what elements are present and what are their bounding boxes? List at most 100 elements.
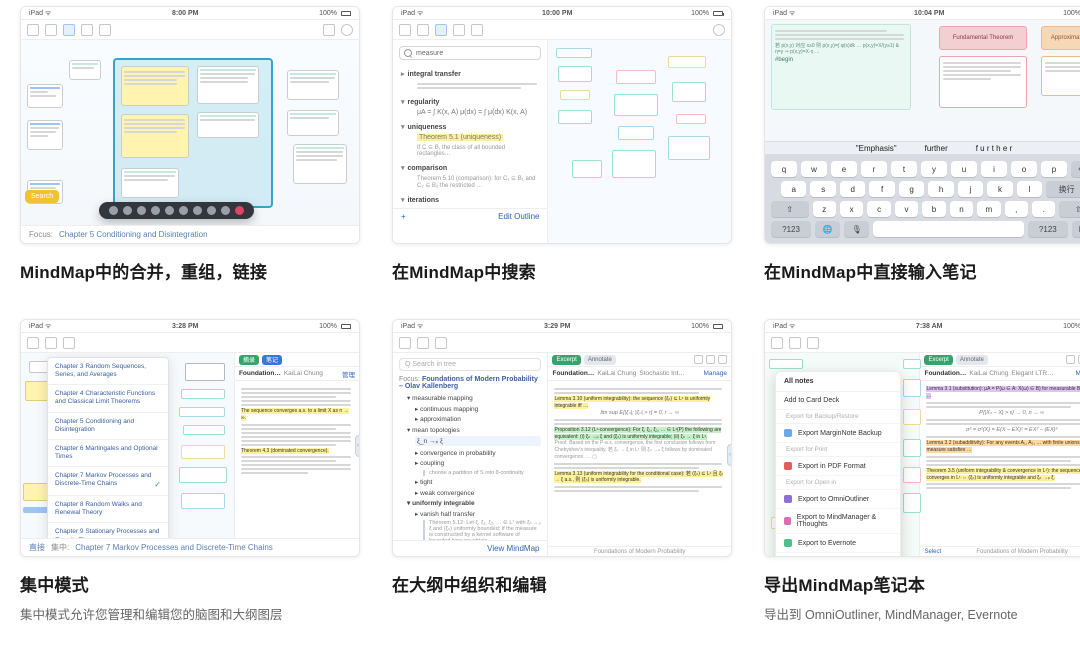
outline-item[interactable]: comparison — [408, 165, 448, 172]
mindmap-node[interactable] — [616, 70, 656, 84]
suggestion[interactable]: f u r t h e r — [976, 144, 1012, 153]
pen-icon[interactable] — [706, 355, 715, 364]
key-b[interactable]: s — [810, 181, 835, 197]
key-f[interactable]: f — [869, 181, 894, 197]
mindmap-node[interactable] — [69, 60, 101, 80]
doc-highlight[interactable]: Lemma 3.2 (subadditivity): For any event… — [926, 440, 1080, 453]
mindmap-mode-icon[interactable] — [63, 24, 75, 36]
tab-annotate[interactable]: Annotate — [584, 355, 616, 365]
back-link[interactable]: 直接 — [29, 542, 45, 553]
mindmap-node[interactable] — [556, 48, 592, 58]
manage-link[interactable]: 管理 — [342, 369, 355, 379]
outline-mode-icon[interactable] — [435, 24, 447, 36]
document-page[interactable]: Lemma 3.10 (uniform integrability): the … — [548, 381, 731, 546]
back-icon[interactable] — [27, 337, 39, 349]
doc-title[interactable]: Foundation… — [239, 370, 281, 377]
export-mindmanager[interactable]: Export to MindManager & iThoughts — [776, 509, 900, 534]
key-space[interactable] — [873, 221, 1023, 237]
mindmap-node[interactable] — [672, 82, 706, 102]
key-mic[interactable]: 🎙 — [844, 221, 869, 237]
doc-title[interactable]: Foundation… — [924, 370, 966, 377]
key-t[interactable]: t — [891, 161, 917, 177]
key-numeric-right[interactable]: ?123 — [1028, 221, 1068, 237]
share-icon[interactable] — [45, 24, 57, 36]
doc-extra[interactable]: Elegant LTR… — [1011, 370, 1053, 377]
key-a[interactable]: a — [781, 181, 806, 197]
mindmap-node[interactable] — [287, 110, 339, 136]
outline-item[interactable]: integral transfer — [408, 71, 461, 78]
tool-highlight-icon[interactable] — [137, 206, 146, 215]
focus-title[interactable]: Foundations of Modern Probability – Olav… — [399, 376, 538, 390]
mindmap-node[interactable] — [1041, 56, 1080, 96]
outline-mode-icon[interactable] — [81, 24, 93, 36]
back-icon[interactable] — [399, 24, 411, 36]
export-omni[interactable]: Export to OmniOutliner — [776, 490, 900, 509]
mindmap-canvas[interactable]: Search — [21, 40, 359, 225]
share-icon[interactable] — [789, 337, 801, 349]
key-return[interactable]: 换行 — [1046, 181, 1080, 197]
key-r[interactable]: r — [861, 161, 887, 177]
tool-tag-icon[interactable] — [179, 206, 188, 215]
back-icon[interactable] — [771, 337, 783, 349]
mindmap-node[interactable] — [197, 112, 259, 138]
key-g[interactable]: g — [899, 181, 924, 197]
mindmap-node[interactable] — [558, 66, 592, 82]
tool-trash-icon[interactable] — [207, 206, 216, 215]
sync-icon[interactable] — [718, 355, 727, 364]
manage-link[interactable]: Manage — [1076, 370, 1080, 377]
mindmap-node[interactable] — [668, 56, 706, 68]
key-globe[interactable]: 🌐 — [815, 221, 840, 237]
outline-item[interactable]: coupling — [420, 460, 444, 467]
key-h[interactable]: h — [928, 181, 953, 197]
key-hide-keyboard[interactable]: ⌨ — [1072, 221, 1080, 237]
export-word[interactable]: Export to MS Word(docx) — [776, 553, 900, 556]
outline-item[interactable]: vanish half transfer — [420, 511, 475, 518]
outline-item[interactable]: mean topologies — [412, 427, 460, 434]
focus-value[interactable]: Chapter 7 Markov Processes and Discrete-… — [75, 543, 273, 552]
chapter-item[interactable]: Chapter 6 Martingales and Optional Times — [48, 440, 168, 467]
tool-color-icon[interactable] — [151, 206, 160, 215]
note-tag[interactable]: #begin — [775, 57, 907, 63]
key-comma[interactable]: , — [1005, 201, 1028, 217]
key-y[interactable]: y — [921, 161, 947, 177]
key-shift[interactable]: ⇧ — [771, 201, 809, 217]
tool-close-icon[interactable] — [235, 206, 244, 215]
key-q[interactable]: q — [771, 161, 797, 177]
mindmap-node[interactable] — [197, 66, 259, 104]
chapter-item[interactable]: Chapter 4 Characteristic Functions and C… — [48, 385, 168, 412]
layers-icon[interactable] — [99, 24, 111, 36]
chapter-item[interactable]: Chapter 5 Conditioning and Disintegratio… — [48, 413, 168, 440]
share-icon[interactable] — [417, 337, 429, 349]
mindmap-canvas[interactable]: 若 p(x,y) 对应 x≥0 则 p(x,y)=∫ φ(x)dk … p(x,… — [765, 20, 1080, 141]
mode-icon[interactable] — [807, 337, 819, 349]
doc-highlight[interactable]: Lemma 3.1 (substitution): μA = P{ω ∈ A: … — [926, 386, 1080, 399]
suggestion[interactable]: further — [925, 144, 948, 153]
tool-copy-icon[interactable] — [193, 206, 202, 215]
key-k[interactable]: k — [987, 181, 1012, 197]
key-z[interactable]: z — [813, 201, 836, 217]
doc-title[interactable]: Foundation… — [552, 370, 594, 377]
tool-select-icon[interactable] — [109, 206, 118, 215]
pane-resize-handle[interactable]: ‹› — [355, 435, 359, 457]
export-marginnote[interactable]: Export MarginNote Backup — [776, 424, 900, 443]
tool-group-icon[interactable] — [165, 206, 174, 215]
outline-item[interactable]: convergence in probability — [420, 450, 496, 457]
mindmap-node[interactable] — [293, 144, 347, 184]
outline-mode-icon[interactable] — [63, 337, 75, 349]
key-d[interactable]: d — [840, 181, 865, 197]
mindmap-node[interactable] — [560, 90, 590, 100]
mindmap-node[interactable] — [121, 168, 179, 198]
mindmap-node[interactable] — [27, 120, 63, 150]
chapter-item-selected[interactable]: Chapter 7 Markov Processes and Discrete-… — [48, 467, 168, 496]
search-icon[interactable] — [323, 24, 335, 36]
export-add-card[interactable]: Add to Card Deck — [776, 392, 900, 410]
tab-excerpt[interactable]: 摘录 — [239, 355, 259, 365]
view-mindmap-link[interactable]: View MindMap — [487, 544, 539, 553]
doc-highlight[interactable]: Lemma 3.13 (uniform integrability for th… — [554, 471, 723, 484]
doc-highlight[interactable]: Lemma 3.10 (uniform integrability): the … — [554, 396, 710, 409]
outline-subitem[interactable]: Theorem 5.1 (uniqueness) — [417, 134, 503, 141]
key-period[interactable]: . — [1032, 201, 1055, 217]
key-x[interactable]: x — [840, 201, 863, 217]
key-m[interactable]: m — [977, 201, 1000, 217]
export-pdf[interactable]: Export in PDF Format — [776, 457, 900, 476]
